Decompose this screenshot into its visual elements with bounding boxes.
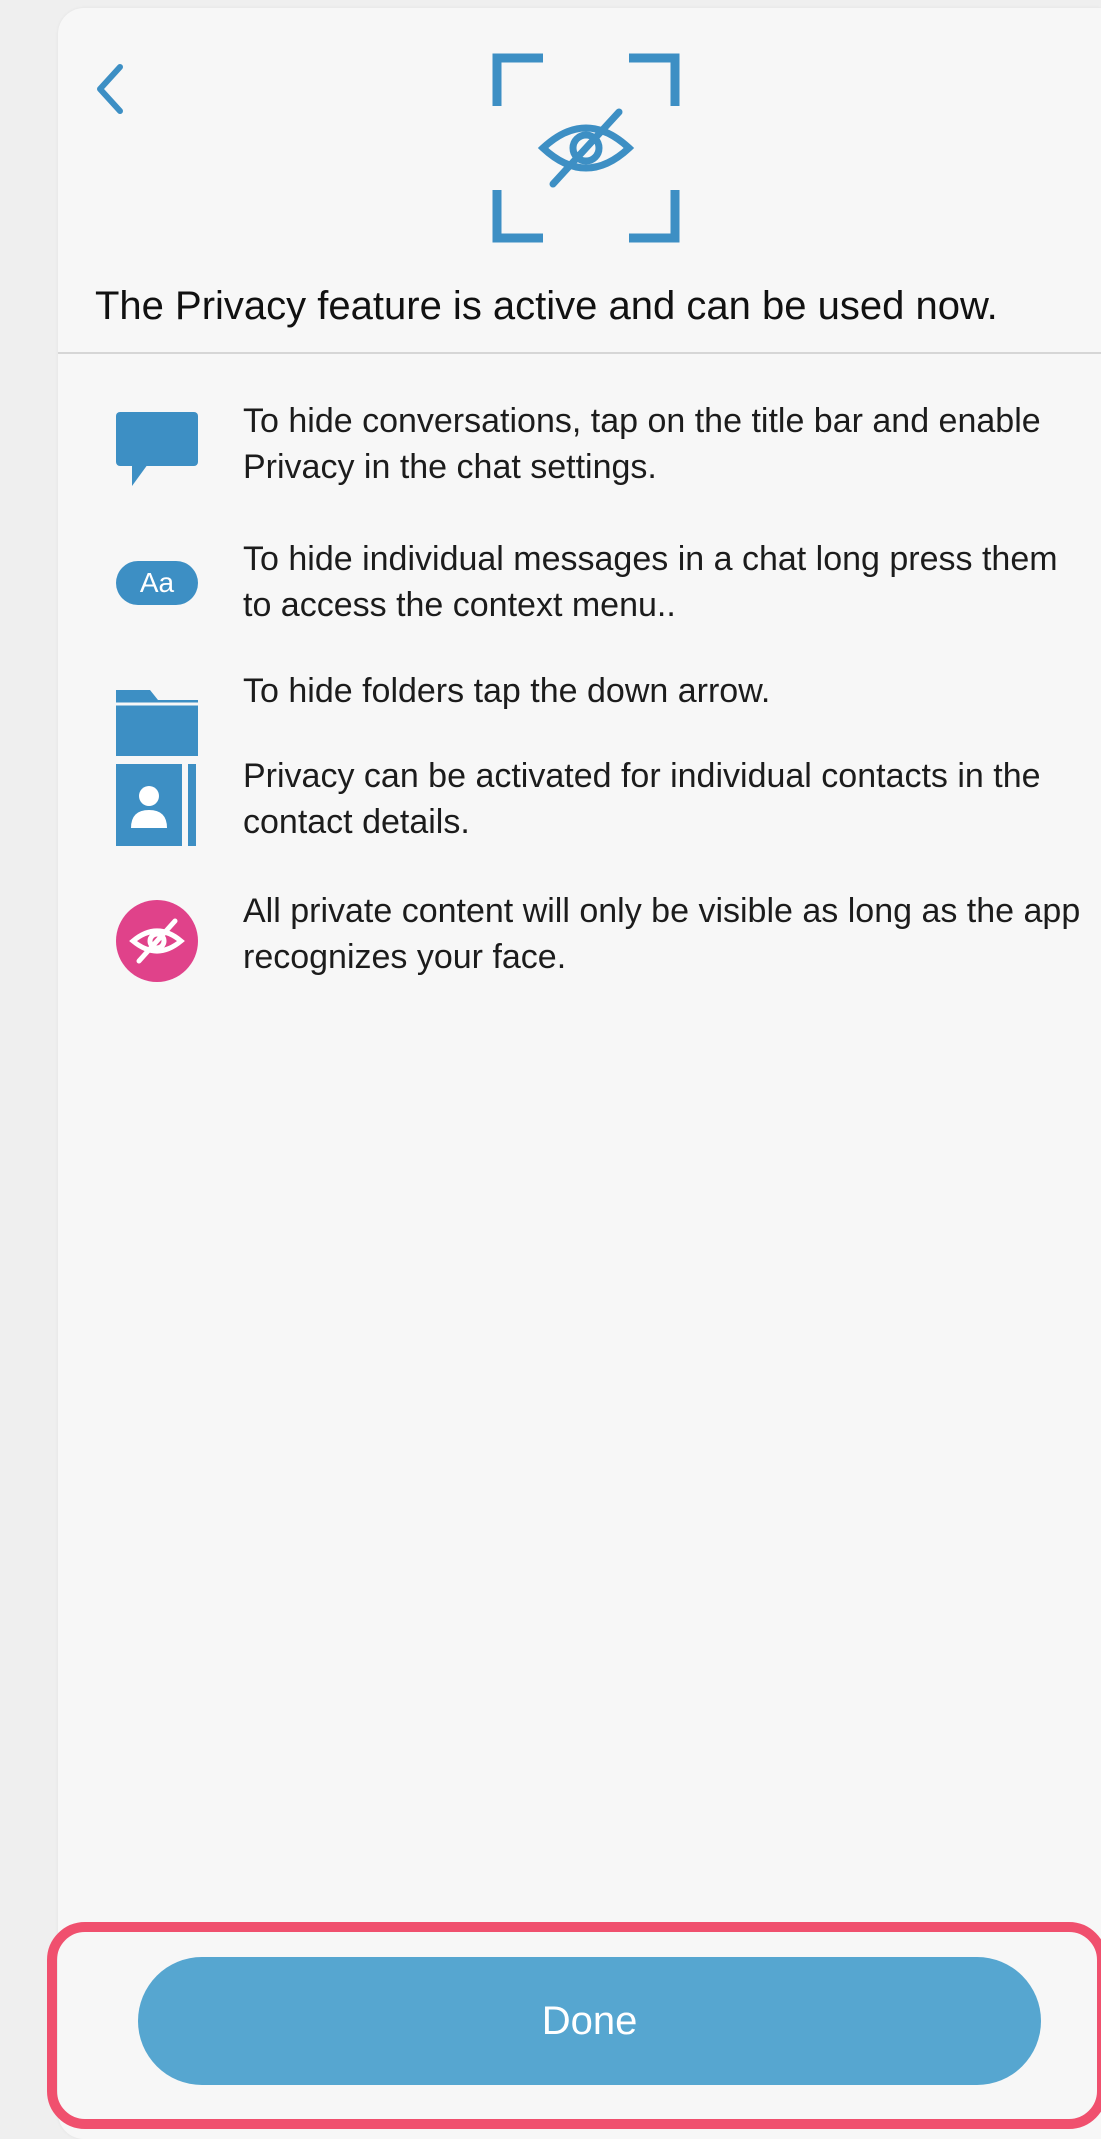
instruction-item: All private content will only be visible… bbox=[58, 888, 1101, 998]
instruction-text: To hide folders tap the down arrow. bbox=[243, 672, 771, 710]
instruction-text: All private content will only be visible… bbox=[243, 892, 1081, 976]
instruction-item: Privacy can be activated for individual … bbox=[58, 753, 1101, 863]
text-message-icon-label: Aa bbox=[116, 561, 198, 605]
folder-icon bbox=[112, 680, 202, 760]
chevron-left-icon bbox=[97, 64, 123, 114]
privacy-face-scan-icon bbox=[492, 53, 680, 243]
instruction-text: To hide conversations, tap on the title … bbox=[243, 402, 1041, 486]
instruction-item: To hide conversations, tap on the title … bbox=[58, 398, 1101, 508]
instruction-item: To hide folders tap the down arrow. bbox=[58, 668, 1101, 756]
instruction-item: Aa To hide individual messages in a chat… bbox=[58, 536, 1101, 646]
chat-bubble-icon bbox=[112, 410, 202, 490]
contact-card-icon bbox=[112, 761, 202, 849]
privacy-activated-screen: The Privacy feature is active and can be… bbox=[58, 8, 1101, 2139]
done-button[interactable]: Done bbox=[138, 1957, 1041, 2085]
back-button[interactable] bbox=[80, 54, 140, 124]
text-message-icon: Aa bbox=[112, 558, 202, 608]
page-title: The Privacy feature is active and can be… bbox=[95, 284, 998, 328]
instruction-text: Privacy can be activated for individual … bbox=[243, 757, 1041, 841]
divider bbox=[58, 352, 1101, 354]
eye-slash-icon bbox=[112, 898, 202, 984]
instruction-text: To hide individual messages in a chat lo… bbox=[243, 540, 1058, 624]
